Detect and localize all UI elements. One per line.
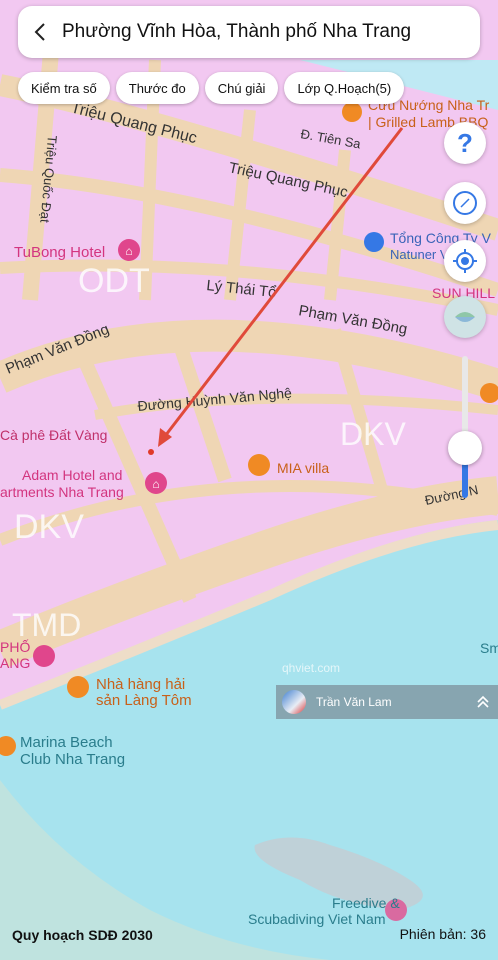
back-button[interactable] <box>18 6 62 58</box>
bed-icon: ⌂ <box>152 477 159 491</box>
map-layer-icon <box>455 312 475 322</box>
watermark: qhviet.com <box>282 661 340 675</box>
poi-sm[interactable]: Sm <box>480 640 498 656</box>
chip-kiem-tra-so[interactable]: Kiểm tra số <box>18 72 110 104</box>
chevron-left-icon <box>34 23 45 41</box>
expand-button[interactable] <box>468 694 498 710</box>
toolbar-chips: Kiểm tra số Thước đo Chú giải Lớp Q.Hoạc… <box>18 72 405 104</box>
poi-mia-villa[interactable]: MIA villa <box>277 460 329 476</box>
location-header: Phường Vĩnh Hòa, Thành phố Nha Trang <box>18 6 480 58</box>
help-button[interactable]: ? <box>444 122 486 164</box>
compass-button[interactable] <box>444 182 486 224</box>
poi-freedive-2[interactable]: Scubadiving Viet Nam <box>248 911 385 927</box>
chip-thuoc-do[interactable]: Thước đo <box>115 72 199 104</box>
opacity-slider-thumb[interactable] <box>448 431 482 465</box>
poi-cafe-dat-vang[interactable]: Cà phê Đất Vàng <box>0 427 107 443</box>
map-canvas[interactable]: ODT DKV DKV TMD Triệu Quang Phục Triệu Q… <box>0 0 498 960</box>
poi-pho-1[interactable]: PHỐ <box>0 638 30 655</box>
chip-chu-giai[interactable]: Chú giải <box>204 72 279 104</box>
poi-tubong-hotel[interactable]: TuBong Hotel <box>14 244 105 261</box>
crosshair-icon <box>453 249 477 273</box>
layer-toggle-button[interactable] <box>444 296 486 338</box>
user-bar[interactable]: Trần Văn Lam <box>276 685 498 719</box>
compass-icon <box>453 191 477 215</box>
plan-label: Quy hoạch SDĐ 2030 <box>12 927 153 943</box>
zone-label-dkv-left: DKV <box>14 508 84 546</box>
selected-location-marker[interactable] <box>148 449 154 455</box>
page-title: Phường Vĩnh Hòa, Thành phố Nha Trang <box>62 21 412 42</box>
mia-villa-icon[interactable] <box>248 454 270 476</box>
zone-label-odt: ODT <box>78 262 150 300</box>
poi-marina-1[interactable]: Marina Beach <box>20 734 113 751</box>
poi-nha-hang-1[interactable]: Nhà hàng hải <box>96 676 185 693</box>
chip-lop-quy-hoach[interactable]: Lớp Q.Hoạch(5) <box>284 72 405 104</box>
poi-marina-2[interactable]: Club Nha Trang <box>20 751 125 768</box>
chevron-up-double-icon <box>477 695 489 708</box>
my-location-button[interactable] <box>444 240 486 282</box>
shop-icon[interactable] <box>33 645 55 667</box>
seafood-restaurant-icon[interactable] <box>67 676 89 698</box>
version-label: Phiên bản: 36 <box>399 926 486 942</box>
poi-adam-hotel-1[interactable]: Adam Hotel and <box>22 467 122 483</box>
poi-pho-2[interactable]: ANG <box>0 655 30 671</box>
user-name: Trần Văn Lam <box>316 695 392 709</box>
hotel-glyph-icon: ⌂ <box>125 244 132 258</box>
avatar <box>282 690 306 714</box>
help-icon: ? <box>457 127 473 158</box>
zone-label-dkv-right: DKV <box>340 416 406 452</box>
restaurant-icon[interactable] <box>342 102 362 122</box>
zone-label-tmd: TMD <box>12 607 81 643</box>
poi-adam-hotel-2[interactable]: artments Nha Trang <box>0 484 124 500</box>
poi-nha-hang-2[interactable]: sản Làng Tôm <box>96 692 192 709</box>
company-icon[interactable] <box>364 232 384 252</box>
poi-freedive-1[interactable]: Freedive & <box>332 895 400 911</box>
